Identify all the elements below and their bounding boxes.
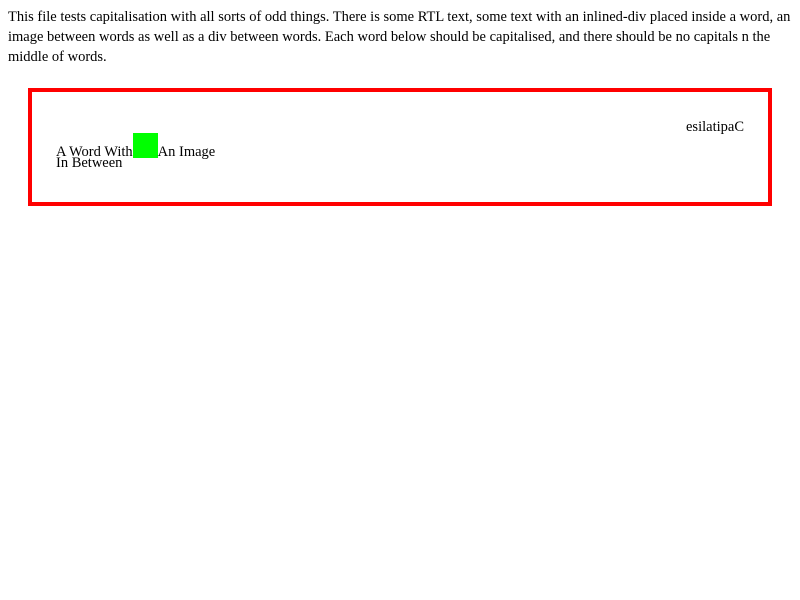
green-image — [132, 133, 158, 158]
test-box: esilatipaC A Word With An Image In Betwee… — [28, 88, 772, 206]
intro-paragraph: This file tests capitalisation with all … — [8, 9, 791, 65]
line1-after-image: An Image — [157, 144, 216, 160]
line-with-image: A Word With An Image — [56, 133, 756, 160]
words-block: A Word With An Image In Between — [56, 133, 756, 173]
